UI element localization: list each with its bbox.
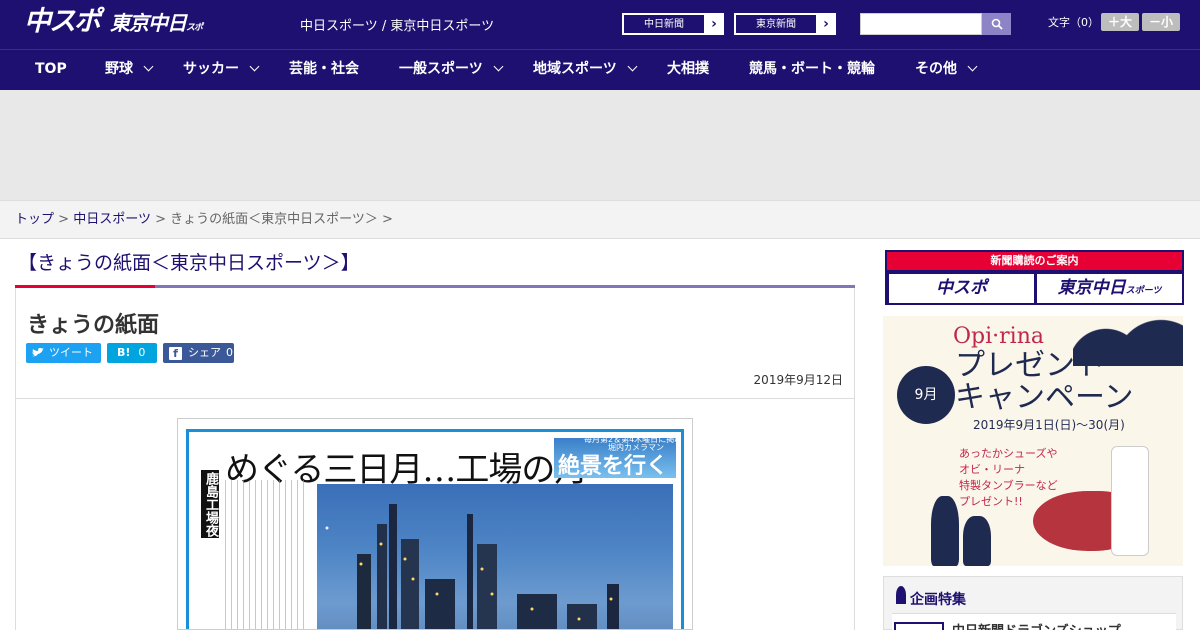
nav-label: その他 — [915, 61, 957, 77]
subscription-title: 新聞購読のご案内 — [887, 252, 1182, 270]
banner-dates: 2019年9月1日(日)～30(月) — [973, 418, 1125, 432]
nav-label: 大相撲 — [667, 61, 709, 77]
nav-item-baseball[interactable]: 野球 — [105, 50, 154, 90]
page-heading: 【きょうの紙面＜東京中日スポーツ＞】 — [18, 252, 360, 274]
newspaper-corner-title: 毎月第2＆第4木曜日に掲載 堀内カメラマン 絶景を行く — [554, 435, 681, 479]
chunichi-shimbun-button[interactable]: 中日新聞 › — [622, 13, 724, 35]
chunichi-shimbun-label: 中日新聞 — [623, 14, 705, 34]
feature-item[interactable]: 中日新聞ドラゴンズショップ — [892, 613, 1176, 630]
top-header: 中スポ 東京中日スポーツ 中日スポーツ / 東京中日スポーツ 中日新聞 › 東京… — [0, 0, 1200, 68]
chevron-down-icon — [967, 61, 978, 72]
hatena-count: 0 — [138, 346, 146, 359]
chevron-down-icon — [143, 61, 154, 72]
breadcrumb-top-link[interactable]: トップ — [15, 212, 54, 227]
twitter-icon — [32, 348, 44, 357]
nav-label: TOP — [35, 61, 67, 77]
nav-label: 競馬・ボート・競輪 — [749, 61, 875, 77]
banner-month-badge: 9月 — [897, 366, 955, 424]
feature-section: 企画特集 中日新聞ドラゴンズショップ — [883, 576, 1183, 630]
tokyo-logo-main: 東京中日 — [110, 11, 187, 35]
hatena-bookmark-icon: B! — [117, 346, 131, 359]
nav-item-sumo[interactable]: 大相撲 — [667, 50, 709, 90]
factory-night-photo — [317, 484, 673, 629]
chevron-right-icon: › — [705, 14, 723, 34]
article-date: 2019年9月12日 — [753, 373, 843, 387]
subscribe-tokyo-sub: スポーツ — [1125, 286, 1162, 296]
nav-item-regional-sports[interactable]: 地域スポーツ — [533, 50, 638, 90]
opirina-campaign-banner[interactable]: Opi·rina プレゼント キャンペーン 9月 2019年9月1日(日)～30… — [883, 316, 1183, 566]
nav-label: 野球 — [105, 61, 133, 77]
font-size-label: 文字（0） — [1048, 16, 1099, 29]
facebook-share-button[interactable]: f シェア 0 — [163, 343, 234, 363]
factory-silhouette — [325, 504, 619, 629]
chevron-down-icon — [493, 61, 504, 72]
subscribe-chuspo-button[interactable]: 中スポ — [889, 274, 1034, 303]
breadcrumb-separator: > — [155, 212, 166, 227]
subscribe-tokyo-button[interactable]: 東京中日スポーツ — [1037, 274, 1182, 303]
nav-item-racing[interactable]: 競馬・ボート・競輪 — [749, 50, 875, 90]
tokyo-shimbun-label: 東京新聞 — [735, 14, 817, 34]
subscription-banner[interactable]: 新聞購読のご案内 中スポ 東京中日スポーツ — [885, 250, 1184, 305]
feature-title: 企画特集 — [910, 592, 966, 608]
chevron-down-icon — [627, 61, 638, 72]
chevron-right-icon: › — [817, 14, 835, 34]
rabbit-illustration — [931, 496, 959, 566]
banner-copy: あったかシューズや オビ・リーナ 特製タンブラーなど プレゼント!! — [959, 447, 1058, 508]
ribbon-icon — [896, 586, 906, 604]
main-nav: TOP 野球 サッカー 芸能・社会 一般スポーツ 地域スポーツ 大相撲 競馬・ボ… — [0, 49, 1200, 90]
article-divider — [16, 398, 854, 399]
nav-item-others[interactable]: その他 — [915, 50, 978, 90]
tweet-label: ツイート — [49, 346, 93, 359]
newspaper-corner-main: 絶景を行く — [558, 453, 669, 479]
banner-brand: Opi·rina — [953, 324, 1044, 349]
chuspo-logo[interactable]: 中スポ — [24, 6, 102, 38]
breadcrumb-separator: > — [382, 212, 393, 227]
article-title: きょうの紙面 — [27, 313, 160, 338]
facebook-icon: f — [169, 346, 182, 360]
newspaper-vertical-label: 鹿島工場夜景 — [186, 470, 219, 538]
search-input[interactable] — [860, 13, 982, 35]
subscribe-tokyo-label: 東京中日 — [1057, 278, 1126, 298]
site-title: 中日スポーツ / 東京中日スポーツ — [300, 19, 495, 34]
newspaper-body-text — [225, 480, 309, 629]
font-bigger-button[interactable]: ＋大 — [1101, 13, 1139, 31]
font-smaller-button[interactable]: －小 — [1142, 13, 1180, 31]
share-label: シェア — [188, 346, 221, 359]
banner-headline: プレゼント キャンペーン — [955, 348, 1134, 415]
tokyo-shimbun-button[interactable]: 東京新聞 › — [734, 13, 836, 35]
tweet-button[interactable]: ツイート — [26, 343, 101, 363]
feature-thumbnail — [894, 622, 944, 630]
hatena-bookmark-button[interactable]: B! 0 — [107, 343, 157, 363]
nav-label: サッカー — [183, 61, 239, 77]
newspaper-page-border: めぐる三日月…工場の月 毎月第2＆第4木曜日に掲載 堀内カメラマン 絶景を行く … — [186, 429, 684, 629]
newspaper-page-image[interactable]: めぐる三日月…工場の月 毎月第2＆第4木曜日に掲載 堀内カメラマン 絶景を行く … — [177, 418, 693, 630]
ad-space — [0, 90, 1200, 200]
chevron-down-icon — [249, 61, 260, 72]
rabbit-illustration — [963, 516, 991, 566]
breadcrumb-chunichi-sports-link[interactable]: 中日スポーツ — [73, 212, 151, 227]
feature-item-label: 中日新聞ドラゴンズショップ — [952, 620, 1121, 630]
search-button[interactable] — [982, 13, 1011, 35]
search-icon — [991, 18, 1003, 30]
nav-label: 地域スポーツ — [533, 61, 617, 77]
nav-item-entertainment[interactable]: 芸能・社会 — [289, 50, 359, 90]
breadcrumb-current: きょうの紙面＜東京中日スポーツ＞ — [170, 212, 378, 227]
nav-label: 芸能・社会 — [289, 61, 359, 77]
share-count: 0 — [226, 346, 233, 359]
tokyo-chunichi-logo[interactable]: 東京中日スポーツ — [110, 8, 208, 68]
nav-item-top[interactable]: TOP — [35, 50, 67, 90]
nav-label: 一般スポーツ — [399, 61, 483, 77]
nav-item-general-sports[interactable]: 一般スポーツ — [399, 50, 504, 90]
breadcrumb-separator: > — [58, 212, 70, 227]
nav-item-soccer[interactable]: サッカー — [183, 50, 260, 90]
tumbler-image — [1111, 446, 1149, 556]
breadcrumb: トップ > 中日スポーツ > きょうの紙面＜東京中日スポーツ＞ > — [0, 200, 1200, 239]
